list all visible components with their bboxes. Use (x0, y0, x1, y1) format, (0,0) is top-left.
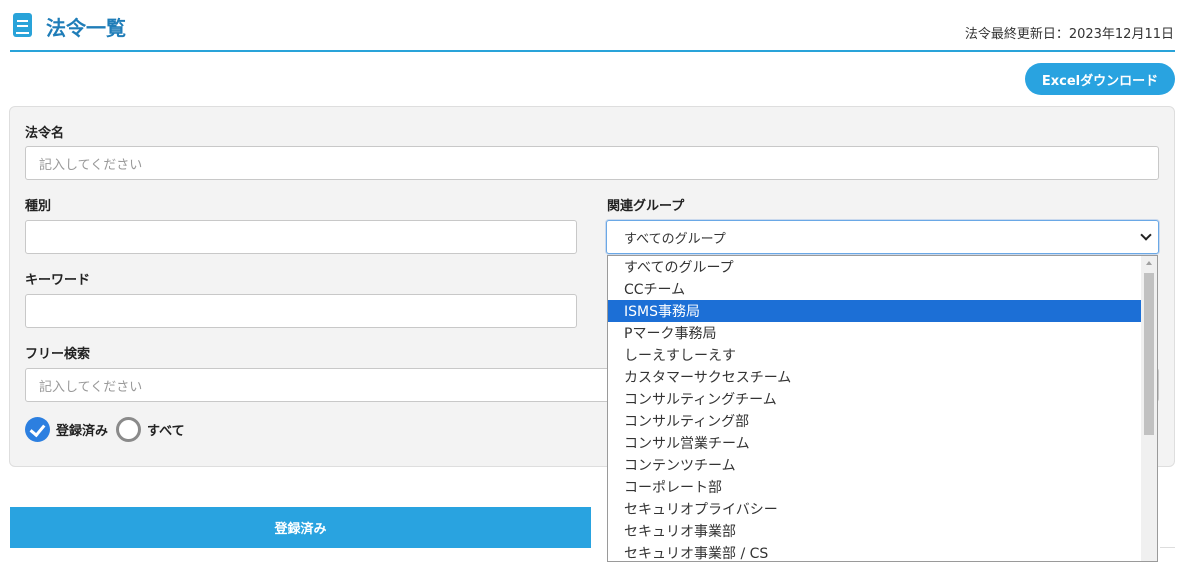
free-search-label: フリー検索 (25, 347, 91, 362)
dropdown-option[interactable]: すべてのグループ (608, 256, 1142, 278)
dropdown-option[interactable]: コンサルティングチーム (608, 388, 1142, 410)
dropdown-option[interactable]: セキュリオ事業部 (608, 520, 1142, 542)
radio-all-label: すべて (147, 424, 185, 439)
group-dropdown-list: すべてのグループ CCチーム ISMS事務局 Pマーク事務局 しーえすしーえす カスタマー… (607, 255, 1158, 562)
dropdown-option[interactable]: セキュリオ事業部 / CS (608, 542, 1142, 561)
dropdown-option[interactable]: CCチーム (608, 278, 1142, 300)
group-select[interactable]: すべてのグループ (606, 220, 1159, 254)
dropdown-option[interactable]: コンテンツチーム (608, 454, 1142, 476)
radio-all[interactable]: すべて (116, 417, 185, 442)
dropdown-option[interactable]: ISMS事務局 (608, 300, 1142, 322)
law-name-label: 法令名 (25, 126, 65, 141)
radio-registered[interactable]: 登録済み (25, 417, 108, 442)
dropdown-option[interactable]: コーポレート部 (608, 476, 1142, 498)
tab-registered[interactable]: 登録済み (10, 507, 591, 548)
group-select-value: すべてのグループ (624, 231, 726, 247)
dropdown-options: すべてのグループ CCチーム ISMS事務局 Pマーク事務局 しーえすしーえす カスタマー… (608, 256, 1142, 561)
dropdown-scrollbar[interactable] (1141, 256, 1157, 561)
dropdown-option[interactable]: Pマーク事務局 (608, 322, 1142, 344)
type-label: 種別 (25, 199, 52, 214)
unchecked-radio-icon (116, 417, 141, 442)
keyword-input[interactable] (25, 294, 577, 328)
last-updated-text: 法令最終更新日：2023年12月11日 (964, 27, 1174, 42)
book-icon (13, 13, 32, 37)
page-header: 法令一覧 法令最終更新日：2023年12月11日 (10, 0, 1175, 52)
page-title: 法令一覧 (46, 16, 126, 40)
dropdown-option[interactable]: カスタマーサクセスチーム (608, 366, 1142, 388)
type-input[interactable] (25, 220, 577, 254)
dropdown-option[interactable]: しーえすしーえす (608, 344, 1142, 366)
scroll-thumb[interactable] (1144, 273, 1154, 435)
dropdown-option[interactable]: セキュリオプライバシー (608, 498, 1142, 520)
divider (1160, 547, 1175, 548)
chevron-down-icon (1140, 229, 1152, 241)
excel-download-button[interactable]: Excelダウンロード (1025, 63, 1175, 95)
law-name-input[interactable]: 記入してください (25, 146, 1159, 180)
keyword-label: キーワード (25, 273, 91, 288)
group-label: 関連グループ (607, 199, 685, 214)
scroll-up-arrow-icon[interactable] (1146, 261, 1152, 265)
checked-radio-icon (25, 417, 50, 442)
dropdown-option[interactable]: コンサル営業チーム (608, 432, 1142, 454)
radio-registered-label: 登録済み (56, 424, 109, 439)
dropdown-option[interactable]: コンサルティング部 (608, 410, 1142, 432)
